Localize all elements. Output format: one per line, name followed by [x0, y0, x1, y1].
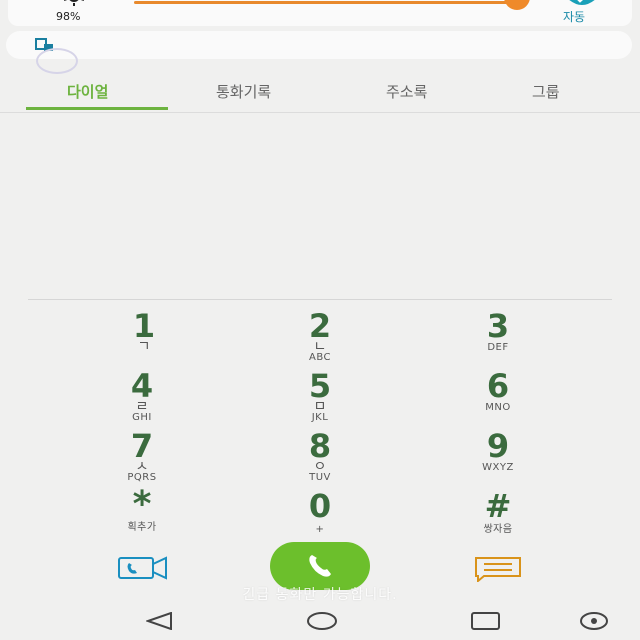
tab-contacts[interactable]: 주소록 — [386, 81, 427, 102]
key-digit: # — [484, 487, 512, 525]
key-digit: 9 — [486, 427, 510, 465]
key-hangul: ㄹ — [135, 399, 149, 415]
key-5[interactable]: 5 ㅁ JKL — [260, 370, 380, 424]
key-hangul: ㅅ — [135, 459, 149, 475]
key-star[interactable]: * 획추가 — [82, 484, 202, 534]
key-7[interactable]: 7 ㅅ PQRS — [82, 430, 202, 484]
key-digit: 4 — [130, 367, 154, 405]
key-letters: TUV — [309, 472, 331, 483]
key-digit: 6 — [486, 367, 510, 405]
key-letters: ABC — [308, 352, 331, 363]
tab-call-log[interactable]: 통화기록 — [216, 81, 271, 102]
key-letters: MNO — [485, 402, 511, 413]
brightness-slider-thumb[interactable] — [504, 0, 530, 10]
quick-panel: 98% 자동 — [8, 0, 632, 26]
key-hangul: ㄱ — [137, 339, 151, 355]
navigation-bar — [0, 600, 640, 640]
home-icon[interactable] — [306, 610, 338, 632]
key-letters: 쌍자음 — [483, 524, 513, 535]
key-0[interactable]: 0 + — [260, 490, 380, 536]
brightness-icon — [64, 0, 84, 6]
key-digit: 8 — [308, 427, 332, 465]
call-button[interactable] — [270, 542, 370, 590]
key-hangul: ㄴ — [313, 339, 327, 355]
key-6[interactable]: 6 MNO — [438, 370, 558, 414]
active-tab-indicator — [26, 107, 168, 110]
recents-icon[interactable] — [470, 610, 502, 632]
key-letters: WXYZ — [482, 462, 514, 473]
key-hangul: ㅇ — [313, 459, 327, 475]
key-8[interactable]: 8 ㅇ TUV — [260, 430, 380, 484]
key-letters: JKL — [311, 412, 329, 423]
tab-bar: 다이얼 통화기록 주소록 그룹 — [0, 76, 640, 113]
video-call-icon[interactable] — [118, 556, 168, 580]
tab-groups[interactable]: 그룹 — [532, 81, 560, 102]
key-digit: 5 — [308, 367, 332, 405]
key-3[interactable]: 3 DEF — [438, 310, 558, 354]
key-letters: 획추가 — [127, 522, 157, 533]
tab-dial[interactable]: 다이얼 — [67, 81, 108, 102]
auto-brightness-label[interactable]: 자동 — [563, 8, 585, 25]
dial-number-field[interactable] — [6, 31, 632, 59]
key-1[interactable]: 1 ㄱ — [84, 307, 204, 355]
sim-icon[interactable] — [578, 610, 610, 632]
key-letters: DEF — [487, 342, 509, 353]
key-digit: 2 — [308, 307, 332, 345]
key-hash[interactable]: # 쌍자음 — [438, 490, 558, 536]
keypad-divider — [28, 299, 612, 300]
key-4[interactable]: 4 ㄹ GHI — [82, 370, 202, 424]
key-letters: PQRS — [127, 472, 157, 483]
brightness-percent: 98% — [56, 10, 81, 23]
key-hangul: ㅁ — [313, 399, 327, 415]
back-icon[interactable] — [146, 612, 174, 630]
key-digit: 7 — [130, 427, 154, 465]
key-9[interactable]: 9 WXYZ — [438, 430, 558, 474]
touch-ripple — [36, 48, 78, 74]
auto-check-icon[interactable] — [565, 0, 599, 8]
brightness-slider[interactable] — [134, 1, 522, 4]
key-digit: 0 — [308, 487, 332, 525]
message-icon[interactable] — [474, 556, 522, 582]
key-letters: + — [315, 524, 325, 535]
key-digit: * — [132, 484, 152, 525]
key-digit: 3 — [486, 307, 510, 345]
key-letters: GHI — [132, 412, 152, 423]
key-2[interactable]: 2 ㄴ ABC — [260, 310, 380, 364]
key-digit: 1 — [132, 307, 156, 345]
phone-icon — [309, 555, 331, 577]
